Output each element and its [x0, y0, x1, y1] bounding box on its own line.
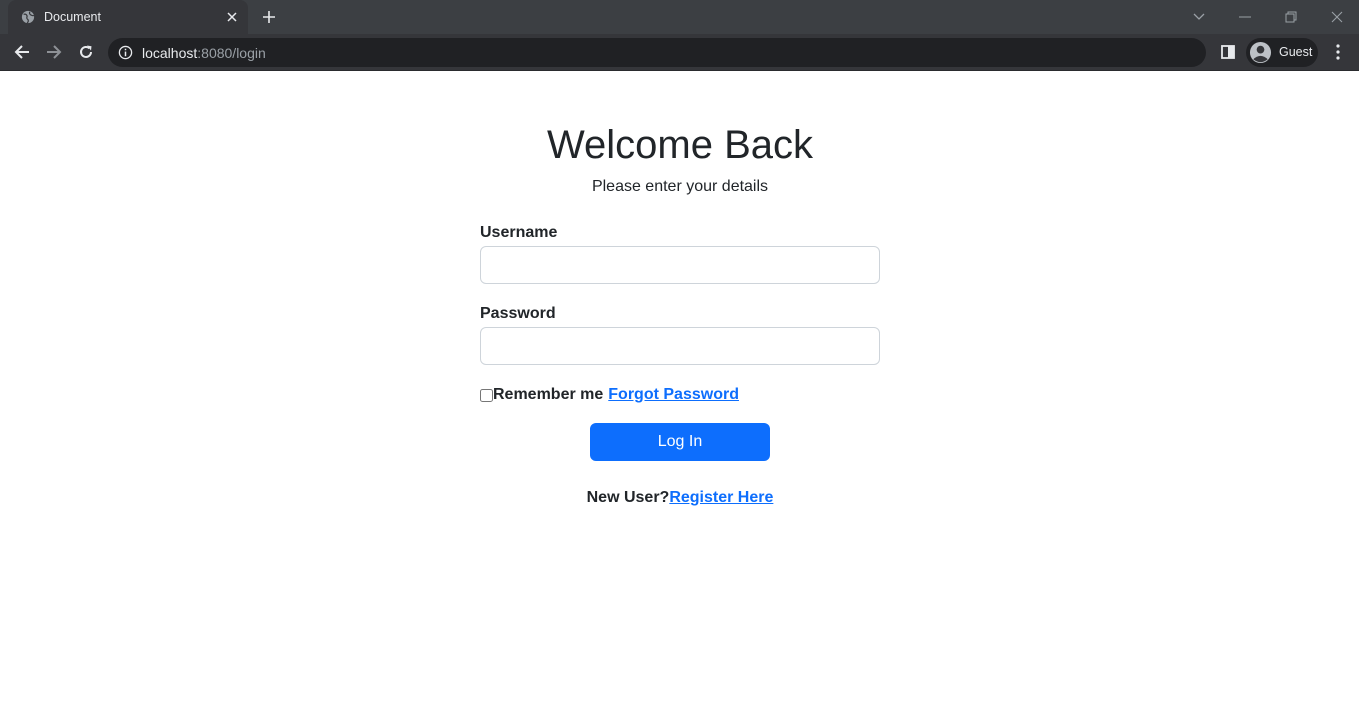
url-text: localhost:8080/login	[142, 45, 266, 61]
tab-search-chevron-icon[interactable]	[1188, 6, 1210, 28]
page-content: Welcome Back Please enter your details U…	[0, 71, 1359, 720]
more-menu-icon[interactable]	[1328, 40, 1348, 64]
close-window-icon[interactable]	[1326, 6, 1348, 28]
profile-button[interactable]: Guest	[1246, 38, 1318, 67]
info-icon[interactable]	[118, 45, 133, 60]
url-path: :8080/login	[197, 45, 266, 61]
username-label: Username	[480, 224, 558, 241]
login-button[interactable]: Log In	[590, 423, 770, 461]
browser-tab[interactable]: Document	[8, 0, 248, 34]
forgot-password-link[interactable]: Forgot Password	[608, 385, 739, 405]
password-input[interactable]	[480, 327, 880, 365]
page-subtitle: Please enter your details	[591, 178, 769, 195]
tab-title: Document	[44, 10, 101, 24]
side-panel-icon[interactable]	[1218, 42, 1238, 62]
register-row: New User?Register Here	[480, 489, 880, 507]
remember-me-label: Remember me	[493, 386, 604, 403]
new-user-text: New User?	[586, 489, 670, 506]
globe-icon	[21, 10, 35, 24]
address-bar[interactable]: localhost:8080/login	[108, 38, 1206, 67]
browser-titlebar: Document	[0, 0, 1359, 34]
back-arrow-icon[interactable]	[10, 40, 34, 64]
password-label: Password	[480, 305, 556, 322]
page-title: Welcome Back	[546, 123, 813, 167]
remember-me-checkbox[interactable]	[480, 388, 493, 402]
new-tab-icon[interactable]	[258, 6, 280, 28]
url-host: localhost	[142, 45, 198, 61]
remember-row: Remember me Forgot Password	[480, 385, 880, 405]
avatar-icon	[1249, 41, 1272, 64]
register-link[interactable]: Register Here	[669, 489, 773, 506]
username-input[interactable]	[480, 246, 880, 284]
login-form: Welcome Back Please enter your details U…	[480, 121, 880, 507]
forward-arrow-icon[interactable]	[42, 40, 66, 64]
profile-name: Guest	[1279, 45, 1313, 59]
restore-icon[interactable]	[1280, 6, 1302, 28]
minimize-icon[interactable]	[1234, 6, 1256, 28]
browser-toolbar: localhost:8080/login Guest	[0, 34, 1359, 71]
close-tab-icon[interactable]	[224, 9, 240, 25]
reload-icon[interactable]	[74, 40, 98, 64]
